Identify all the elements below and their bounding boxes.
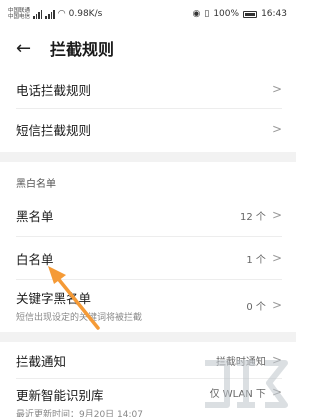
blacklist-item[interactable]: 黑名单 12 个 > (0, 196, 296, 234)
clock: 16:43 (261, 9, 287, 19)
keyword-blacklist-count: 0 个 (246, 301, 266, 313)
chevron-right-icon: > (271, 82, 282, 96)
sms-rules-item[interactable]: 短信拦截规则 > (0, 110, 296, 148)
watermark-logo-icon (205, 360, 288, 408)
call-rules-label: 电话拦截规则 (16, 82, 92, 98)
signal-icon (33, 9, 43, 19)
chevron-right-icon: > (271, 122, 282, 136)
blacklist-count: 12 个 (240, 211, 266, 223)
status-bar: 中国联通 中国电信 ◠ 0.98K/s ◉ ▯ 100% 16:43 (0, 0, 296, 28)
section-gap (0, 152, 296, 162)
network-speed: 0.98K/s (68, 9, 103, 19)
eye-icon: ◉ (192, 9, 201, 19)
carrier-labels: 中国联通 中国电信 (8, 8, 30, 21)
battery-percent: 100% (213, 9, 240, 19)
keyword-blacklist-item[interactable]: 关键字黑名单 短信出现设定的关键词将被拦截 0 个 > (0, 282, 296, 328)
update-library-label: 更新智能识别库 (16, 388, 104, 403)
whitelist-label: 白名单 (16, 251, 54, 267)
keyword-blacklist-label: 关键字黑名单 (16, 290, 92, 306)
chevron-right-icon: > (271, 298, 282, 312)
whitelist-item[interactable]: 白名单 1 个 > (0, 239, 296, 277)
block-notification-label: 拦截通知 (16, 353, 67, 369)
keyword-blacklist-description: 短信出现设定的关键词将被拦截 (16, 312, 143, 323)
divider (16, 108, 282, 109)
call-rules-item[interactable]: 电话拦截规则 > (0, 70, 296, 108)
chevron-right-icon: > (271, 208, 282, 222)
divider (16, 279, 282, 280)
page-title: 拦截规则 (50, 40, 115, 59)
wifi-icon: ◠ (57, 9, 66, 19)
whitelist-count: 1 个 (246, 254, 266, 266)
blacklist-label: 黑名单 (16, 208, 54, 224)
section-gap (0, 332, 296, 342)
vibrate-icon: ▯ (204, 9, 210, 19)
chevron-right-icon: > (271, 251, 282, 265)
header: ← 拦截规则 (0, 28, 296, 68)
sms-rules-label: 短信拦截规则 (16, 122, 92, 138)
carrier-2: 中国电信 (8, 14, 31, 20)
battery-icon (243, 10, 258, 18)
section-title-lists: 黑白名单 (16, 179, 56, 190)
back-arrow-icon[interactable]: ← (16, 38, 42, 59)
update-library-last-updated: 最近更新时间：9月20日 14:07 (16, 410, 143, 417)
divider (16, 236, 282, 237)
signal-icon-2 (45, 9, 55, 19)
